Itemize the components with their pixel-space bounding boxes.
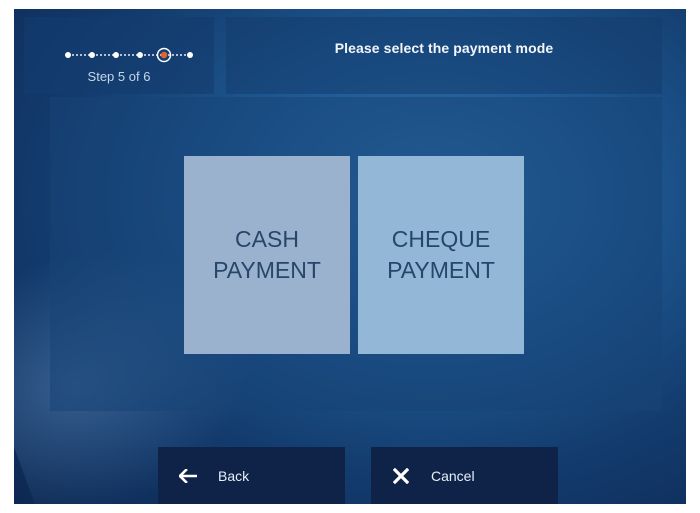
step-dot-completed — [65, 52, 71, 58]
step-dot-completed — [137, 52, 143, 58]
kiosk-screen: Step 5 of 6 Please select the payment mo… — [14, 9, 686, 504]
step-dot-completed — [113, 52, 119, 58]
step-dot-current — [160, 51, 168, 59]
cash-payment-label-line2: PAYMENT — [213, 257, 321, 283]
back-label: Back — [218, 467, 250, 484]
arrow-left-icon — [158, 468, 218, 483]
cheque-payment-label-line2: PAYMENT — [387, 257, 495, 283]
step-progress-indicator — [65, 47, 193, 63]
header-panel: Please select the payment mode — [226, 17, 662, 94]
cheque-payment-button[interactable]: CHEQUE PAYMENT — [358, 156, 524, 354]
cancel-label: Cancel — [431, 467, 475, 484]
step-label: Step 5 of 6 — [87, 69, 151, 84]
cash-payment-button[interactable]: CASH PAYMENT — [184, 156, 350, 354]
cash-payment-label-line1: CASH — [235, 226, 299, 252]
cheque-payment-label-line1: CHEQUE — [391, 226, 491, 252]
back-button[interactable]: Back — [158, 447, 345, 504]
cancel-button[interactable]: Cancel — [371, 447, 558, 504]
content-panel — [50, 97, 662, 411]
progress-panel: Step 5 of 6 — [24, 17, 214, 94]
page-title: Please select the payment mode — [334, 39, 554, 56]
x-icon — [371, 467, 431, 484]
step-dot-completed — [89, 52, 95, 58]
step-dot-upcoming — [187, 52, 193, 58]
